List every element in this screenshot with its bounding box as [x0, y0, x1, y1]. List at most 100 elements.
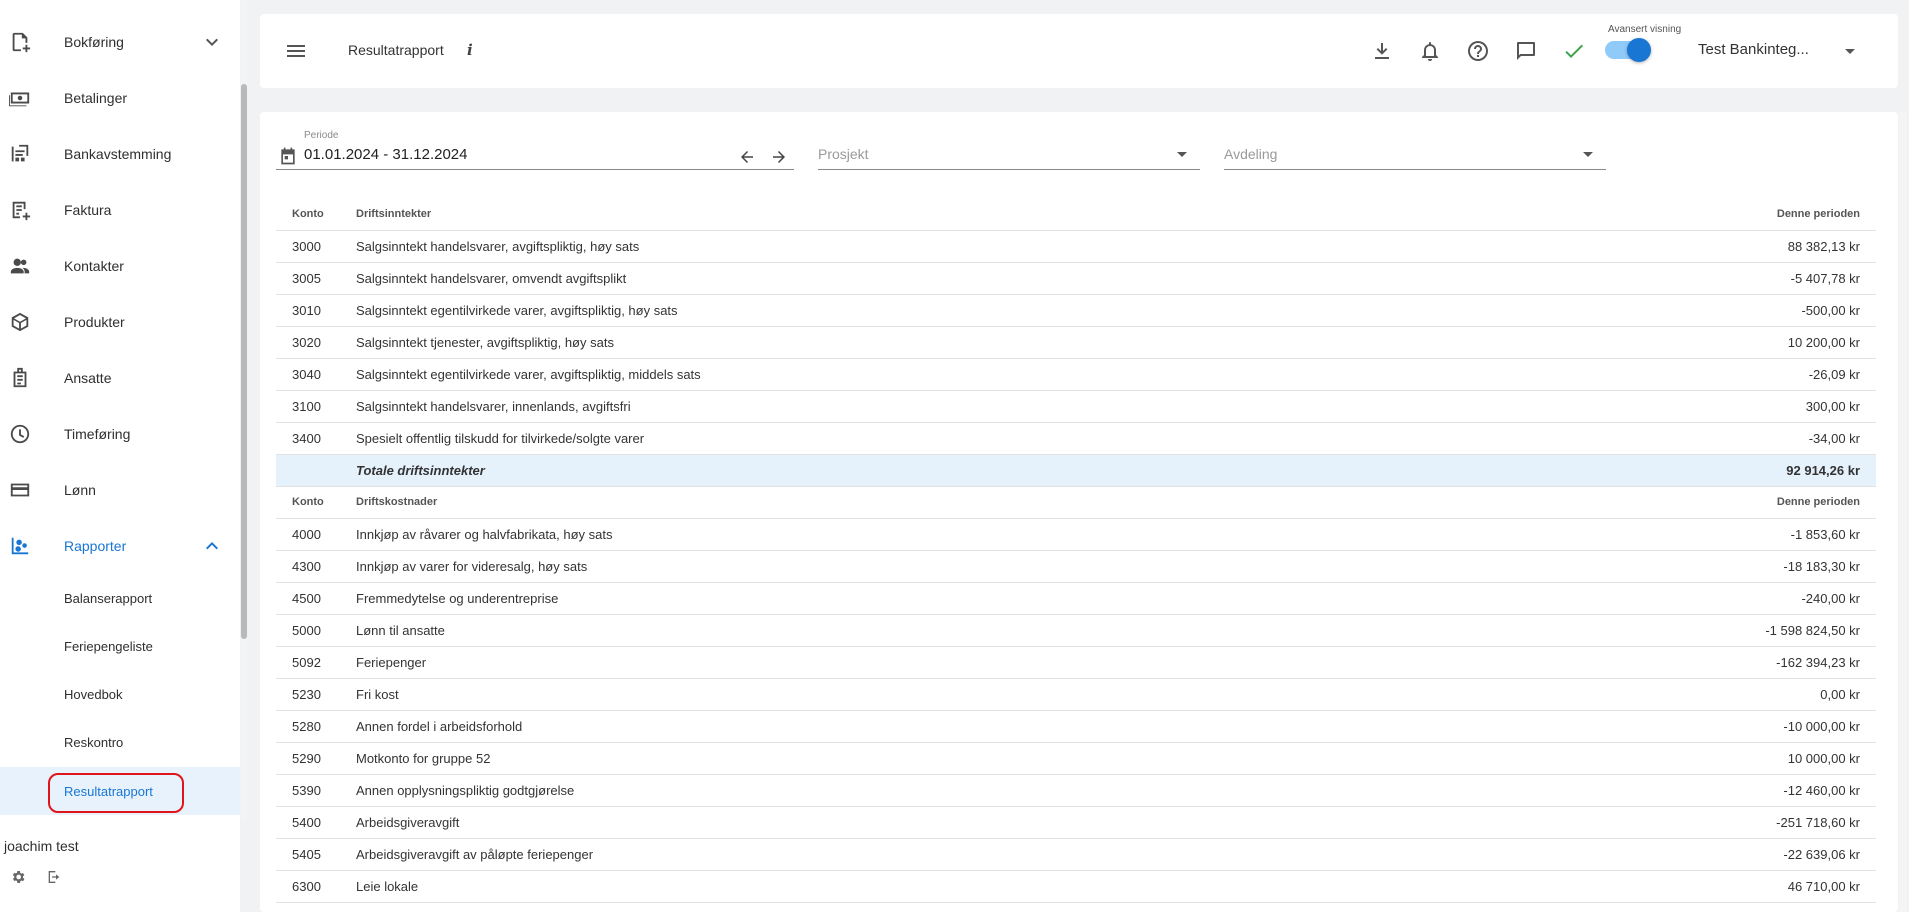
table-row[interactable]: 5405 Arbeidsgiveravgift av påløpte feriep…: [276, 838, 1876, 871]
sidebar-item-bokforing[interactable]: Bokføring: [0, 14, 240, 70]
toggle-knob: [1627, 38, 1651, 62]
sidebar-scrollbar-thumb[interactable]: [241, 84, 247, 639]
sidebar-item-produkter[interactable]: Produkter: [0, 294, 240, 350]
table-row[interactable]: 5280 Annen fordel i arbeidsforhold -10 000…: [276, 710, 1876, 743]
caret-down-icon[interactable]: [1170, 142, 1194, 166]
sidebar-item-timeforing[interactable]: Timeføring: [0, 406, 240, 462]
advanced-view-label: Avansert visning: [1608, 24, 1682, 35]
table-row[interactable]: 5400 Arbeidsgiveravgift -251 718,60 kr: [276, 806, 1876, 839]
account-amount: 88 382,13 kr: [1506, 230, 1876, 263]
arrow-right-icon[interactable]: [770, 148, 788, 166]
account-number: 4300: [276, 550, 356, 583]
result-report-table: Konto Driftsinntekter Denne perioden 300…: [276, 198, 1876, 903]
caret-down-icon[interactable]: [1576, 142, 1600, 166]
account-name: Salgsinntekt handelsvarer, avgiftsplikti…: [356, 230, 1507, 263]
payments-icon: [9, 87, 31, 109]
check-icon[interactable]: [1562, 39, 1586, 63]
period-value[interactable]: 01.01.2024 - 31.12.2024: [304, 146, 467, 163]
account-number: 5390: [276, 774, 356, 807]
account-number: 3005: [276, 262, 356, 295]
account-amount: 0,00 kr: [1506, 678, 1876, 711]
table-row[interactable]: 5092 Feriepenger -162 394,23 kr: [276, 646, 1876, 679]
company-selector[interactable]: Test Bankinteg...: [1698, 41, 1809, 58]
sidebar-item-label: Lønn: [64, 482, 96, 498]
sidebar-subitem-balanserapport[interactable]: Balanserapport: [0, 574, 240, 622]
table-row[interactable]: 3020 Salgsinntekt tjenester, avgiftsplikt…: [276, 326, 1876, 359]
table-row[interactable]: 6300 Leie lokale 46 710,00 kr: [276, 870, 1876, 903]
account-name: Spesielt offentlig tilskudd for tilvirke…: [356, 422, 1507, 455]
sidebar-item-label: Bankavstemming: [64, 146, 172, 162]
products-icon: [9, 311, 31, 333]
account-name: Salgsinntekt tjenester, avgiftspliktig, …: [356, 326, 1507, 359]
account-amount: -34,00 kr: [1506, 422, 1876, 455]
clock-icon: [9, 423, 31, 445]
account-number: 3020: [276, 326, 356, 359]
sidebar-item-label: Ansatte: [64, 370, 112, 386]
download-icon[interactable]: [1370, 39, 1394, 63]
account-number: 3100: [276, 390, 356, 423]
arrow-left-icon[interactable]: [738, 148, 756, 166]
highlight-outline: [48, 773, 184, 813]
sidebar-subitem-label: Reskontro: [64, 734, 124, 750]
table-row[interactable]: 5390 Annen opplysningspliktig godtgjørels…: [276, 774, 1876, 807]
account-number: 3400: [276, 422, 356, 455]
sidebar-item-kontakter[interactable]: Kontakter: [0, 238, 240, 294]
account-name: Innkjøp av varer for videresalg, høy sat…: [356, 550, 1507, 583]
menu-icon[interactable]: [284, 39, 308, 63]
calendar-icon[interactable]: [278, 146, 298, 166]
settings-icon[interactable]: [10, 869, 26, 885]
sidebar-subitem-hovedbok[interactable]: Hovedbok: [0, 670, 240, 718]
sidebar-scrollbar[interactable]: [241, 0, 247, 820]
bell-icon[interactable]: [1418, 39, 1442, 63]
chevron-down-icon[interactable]: [200, 30, 224, 54]
table-row[interactable]: 5230 Fri kost 0,00 kr: [276, 678, 1876, 711]
account-number: 3000: [276, 230, 356, 263]
info-icon[interactable]: i: [467, 41, 473, 59]
sidebar-item-bankavstemming[interactable]: Bankavstemming: [0, 126, 240, 182]
sidebar-subitem-feriepengeliste[interactable]: Feriepengeliste: [0, 622, 240, 670]
sidebar-item-faktura[interactable]: Faktura: [0, 182, 240, 238]
table-row[interactable]: 3000 Salgsinntekt handelsvarer, avgiftspl…: [276, 230, 1876, 263]
account-amount: 300,00 kr: [1506, 390, 1876, 423]
department-select[interactable]: Avdeling: [1224, 130, 1606, 170]
sidebar-item-lonn[interactable]: Lønn: [0, 462, 240, 518]
table-row[interactable]: 3005 Salgsinntekt handelsvarer, omvendt a…: [276, 262, 1876, 295]
account-amount: -22 639,06 kr: [1506, 838, 1876, 871]
table-row[interactable]: 3100 Salgsinntekt handelsvarer, innenland…: [276, 390, 1876, 423]
main-scrollbar[interactable]: [1899, 112, 1907, 912]
sidebar-item-betalinger[interactable]: Betalinger: [0, 70, 240, 126]
table-row[interactable]: 3400 Spesielt offentlig tilskudd for tilv…: [276, 422, 1876, 455]
sidebar-item-rapporter[interactable]: Rapporter: [0, 518, 240, 574]
project-placeholder: Prosjekt: [818, 146, 869, 162]
sidebar-subitem-reskontro[interactable]: Reskontro: [0, 718, 240, 766]
account-name: Annen fordel i arbeidsforhold: [356, 710, 1507, 743]
chat-icon[interactable]: [1514, 39, 1538, 63]
account-name: Leie lokale: [356, 870, 1507, 903]
table-row[interactable]: 4500 Fremmedytelse og underentreprise -240…: [276, 582, 1876, 615]
table-row[interactable]: 3010 Salgsinntekt egentilvirkede varer, a…: [276, 294, 1876, 327]
table-row[interactable]: 4300 Innkjøp av varer for videresalg, høy…: [276, 550, 1876, 583]
table-row[interactable]: 3040 Salgsinntekt egentilvirkede varer, a…: [276, 358, 1876, 391]
column-header-amount: Denne perioden: [1506, 486, 1876, 519]
table-row[interactable]: 4000 Innkjøp av råvarer og halvfabrikata,…: [276, 518, 1876, 551]
account-amount: -12 460,00 kr: [1506, 774, 1876, 807]
account-amount: -251 718,60 kr: [1506, 806, 1876, 839]
account-amount: -5 407,78 kr: [1506, 262, 1876, 295]
table-row[interactable]: 5000 Lønn til ansatte -1 598 824,50 kr: [276, 614, 1876, 647]
account-amount: 10 200,00 kr: [1506, 326, 1876, 359]
project-select[interactable]: Prosjekt: [818, 130, 1200, 170]
account-number: 3040: [276, 358, 356, 391]
logout-icon[interactable]: [46, 869, 62, 885]
column-header-name: Driftskostnader: [356, 486, 1507, 519]
chevron-up-icon[interactable]: [200, 534, 224, 558]
account-name: Salgsinntekt egentilvirkede varer, avgif…: [356, 358, 1507, 391]
help-icon[interactable]: [1466, 39, 1490, 63]
period-field[interactable]: Periode 01.01.2024 - 31.12.2024: [276, 130, 794, 170]
caret-down-icon[interactable]: [1838, 39, 1862, 63]
total-amount: 92 914,26 kr: [1506, 454, 1876, 487]
account-amount: -26,09 kr: [1506, 358, 1876, 391]
account-number: 5290: [276, 742, 356, 775]
table-row[interactable]: 5290 Motkonto for gruppe 52 10 000,00 kr: [276, 742, 1876, 775]
sidebar-item-ansatte[interactable]: Ansatte: [0, 350, 240, 406]
advanced-view-toggle[interactable]: [1605, 38, 1651, 62]
